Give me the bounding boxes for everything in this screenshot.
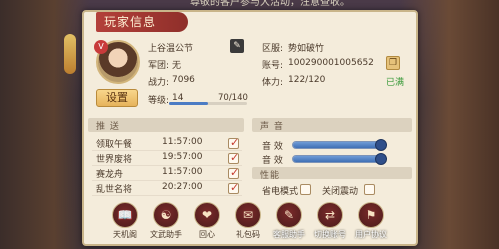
push-item-time: 11:57:00: [162, 167, 203, 177]
account-value: 100290001005652: [288, 58, 374, 68]
bottom-button-label: 客服助手: [273, 230, 305, 239]
push-item-time: 11:57:00: [162, 137, 203, 147]
push-item-time: 20:27:00: [162, 182, 203, 192]
bottom-button-row: 📖 天机阁 ☯ 文武助手 ❤ 回心 ✉ 礼包码 ✎ 客服助手 ⇄ 切换账号 ⚑ 用户协议: [105, 202, 387, 242]
bottom-button-1[interactable]: 📖 天机阁: [105, 202, 145, 242]
power-saving-checkbox[interactable]: [300, 184, 311, 195]
vip-badge: V: [94, 40, 108, 54]
army-label: 军团:: [148, 61, 170, 71]
sfx-slider[interactable]: [292, 139, 387, 151]
push-row-divider: [92, 180, 242, 181]
bottom-button-label: 天机阁: [113, 230, 137, 239]
exp-progress-fill: [169, 102, 208, 105]
vibration-label: 关闭震动: [322, 187, 359, 197]
bottom-button-label: 用户协议: [355, 230, 387, 239]
panel-title: 玩家信息: [96, 12, 188, 32]
sfx-slider-fill: [293, 142, 381, 148]
push-item-checkbox[interactable]: [228, 151, 239, 164]
push-item-checkbox[interactable]: [228, 166, 239, 179]
player-name: 上谷温公节: [148, 44, 194, 54]
push-item-name: 领取午餐: [96, 140, 133, 150]
stamina-value: 122/120: [288, 75, 326, 85]
setup-button[interactable]: 设置: [96, 89, 138, 107]
bottom-button-label: 礼包码: [236, 230, 260, 239]
vibration-checkbox[interactable]: [364, 184, 375, 195]
push-item-checkbox[interactable]: [228, 136, 239, 149]
bottom-button-2[interactable]: ☯ 文武助手: [146, 202, 186, 242]
helper-icon: ☯: [153, 202, 179, 228]
heart-icon: ❤: [194, 202, 220, 228]
sfx-label: 音 效: [262, 142, 283, 152]
push-item-checkbox[interactable]: [228, 181, 239, 194]
edit-name-icon[interactable]: ✎: [230, 39, 244, 53]
copy-account-icon[interactable]: ❐: [386, 56, 400, 70]
account-label: 账号:: [262, 61, 284, 71]
push-item-name: 赛龙舟: [96, 170, 124, 180]
push-row-divider: [92, 165, 242, 166]
music-slider[interactable]: [292, 153, 387, 165]
music-label: 音 效: [262, 156, 283, 166]
bottom-button-3[interactable]: ❤ 回心: [187, 202, 227, 242]
sound-section-title: 声 音: [260, 122, 284, 132]
stamina-status: 已满: [386, 78, 405, 88]
book-icon: 📖: [112, 202, 138, 228]
bottom-button-label: 回心: [199, 230, 215, 239]
gift-icon: ✉: [235, 202, 261, 228]
switch-icon: ⇄: [317, 202, 343, 228]
push-item-name: 乱世名将: [96, 185, 133, 195]
push-row-divider: [92, 150, 242, 151]
push-item-time: 19:57:00: [162, 152, 203, 162]
bottom-button-7[interactable]: ⚑ 用户协议: [351, 202, 391, 242]
power-saving-label: 省电模式: [262, 187, 299, 197]
army-value: 无: [172, 61, 182, 71]
bottom-button-label: 文武助手: [150, 230, 182, 239]
bottom-button-5[interactable]: ✎ 客服助手: [269, 202, 309, 242]
push-section-title: 推 送: [96, 122, 120, 132]
push-row-divider: [92, 195, 242, 196]
performance-section-title: 性能: [260, 171, 281, 181]
level-label: 等级:: [148, 96, 170, 106]
lantern-decoration: [64, 34, 76, 74]
power-label: 战力:: [148, 78, 170, 88]
exp-progress-bar: [169, 102, 247, 105]
music-slider-fill: [293, 156, 381, 162]
music-slider-knob[interactable]: [375, 153, 387, 165]
push-item-name: 世界废将: [96, 155, 133, 165]
bottom-button-6[interactable]: ⇄ 切换账号: [310, 202, 350, 242]
power-value: 7096: [172, 75, 195, 85]
top-banner-text: 尊敬的客户参与大活动，注意查收。: [190, 0, 350, 8]
bottom-button-4[interactable]: ✉ 礼包码: [228, 202, 268, 242]
shield-icon: ⚑: [358, 202, 384, 228]
sfx-slider-knob[interactable]: [375, 139, 387, 151]
bottom-button-label: 切换账号: [314, 230, 346, 239]
game-background-left: [0, 0, 90, 249]
chat-icon: ✎: [276, 202, 302, 228]
stamina-label: 体力:: [262, 78, 284, 88]
server-value: 势如破竹: [288, 44, 325, 54]
server-label: 区服:: [262, 44, 284, 54]
